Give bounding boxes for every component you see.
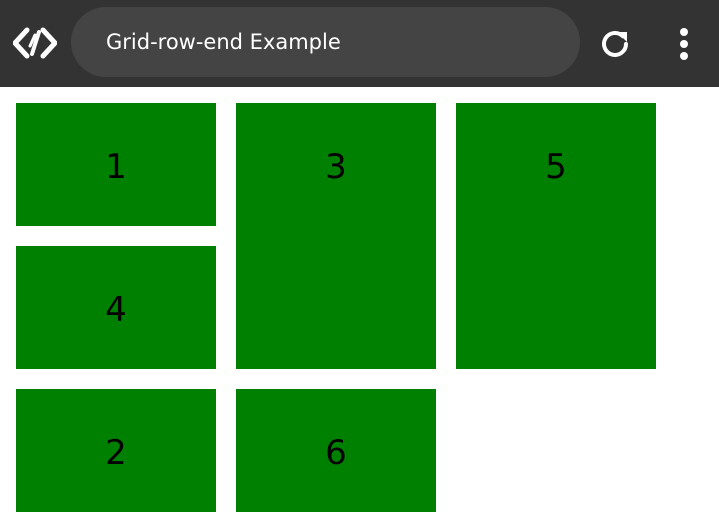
grid-item-5: 5 <box>456 103 656 369</box>
grid-item-6: 6 <box>236 389 436 512</box>
reload-icon[interactable] <box>597 26 633 62</box>
grid-container: 1 2 3 4 5 6 <box>16 103 656 512</box>
browser-toolbar: Grid-row-end Example <box>0 0 719 87</box>
more-vertical-icon[interactable] <box>674 26 694 62</box>
grid-item-3: 3 <box>236 103 436 369</box>
address-text: Grid-row-end Example <box>106 30 341 54</box>
code-logo-icon[interactable] <box>13 26 57 60</box>
address-bar[interactable]: Grid-row-end Example <box>71 7 580 77</box>
grid-item-2: 2 <box>16 389 216 512</box>
grid-item-1: 1 <box>16 103 216 226</box>
grid-item-4: 4 <box>16 246 216 369</box>
